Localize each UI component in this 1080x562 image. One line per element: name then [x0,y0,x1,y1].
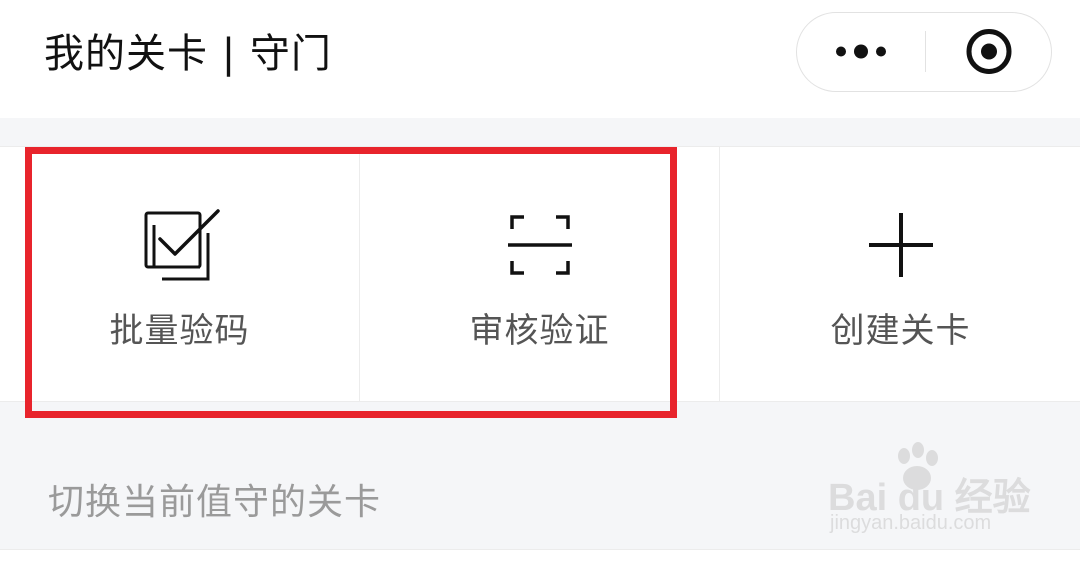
more-dots-icon [836,44,886,59]
page-title: 我的关卡 | 守门 [44,31,332,77]
annotation-highlight-box [25,147,677,418]
miniprogram-capsule [796,12,1052,92]
plus-icon [868,213,933,277]
app-header: 我的关卡 | 守门 [0,0,1080,118]
more-button[interactable] [797,13,925,90]
baidu-jingyan-watermark: Bai du 经验 jingyan.baidu.com [826,440,1031,540]
create-level-button[interactable]: 创建关卡 [719,147,1080,401]
list-bottom-edge [0,549,1080,562]
switch-level-link[interactable]: 切换当前值守的关卡 [48,478,381,528]
close-miniprogram-button[interactable] [926,13,1052,90]
target-circle-icon [966,29,1012,74]
watermark-url: jingyan.baidu.com [830,512,992,534]
create-level-label: 创建关卡 [830,311,971,351]
